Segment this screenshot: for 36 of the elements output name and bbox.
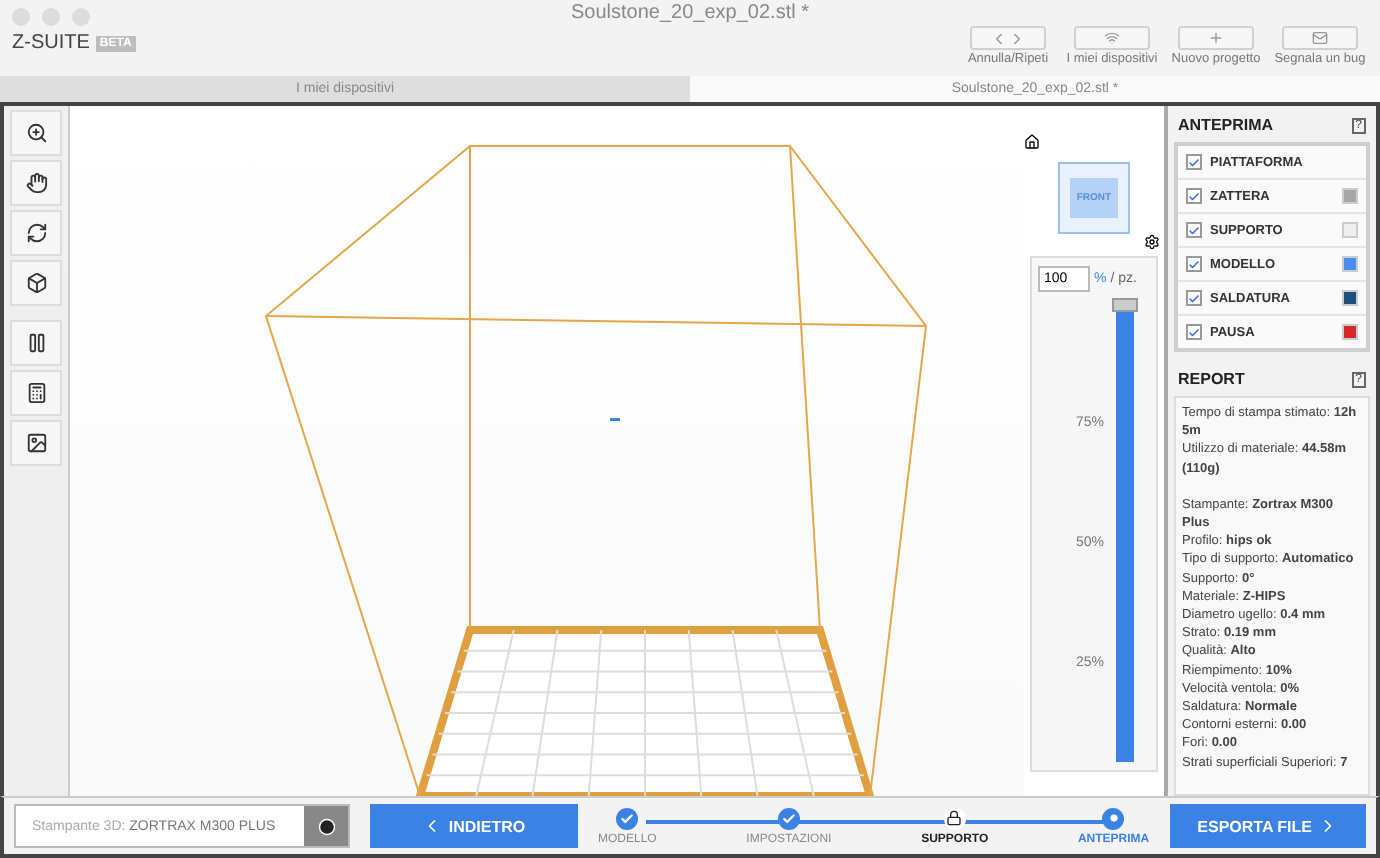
zoom-in-icon bbox=[25, 122, 47, 144]
cube-icon bbox=[25, 272, 47, 294]
checkbox[interactable] bbox=[1186, 154, 1202, 170]
home-icon[interactable] bbox=[1024, 134, 1040, 150]
back-button[interactable]: INDIETRO bbox=[370, 804, 578, 848]
app-logo: Z-SUITE bbox=[12, 32, 90, 54]
tool-button[interactable] bbox=[10, 210, 62, 256]
checkbox[interactable] bbox=[1186, 290, 1202, 306]
panel-title: ANTEPRIMA bbox=[1178, 116, 1274, 134]
checkbox[interactable] bbox=[1186, 256, 1202, 272]
window-title: Soulstone_20_exp_02.stl * bbox=[571, 2, 809, 24]
tool-button[interactable] bbox=[10, 160, 62, 206]
checkbox[interactable] bbox=[1186, 222, 1202, 238]
printer-button[interactable] bbox=[304, 806, 348, 846]
export-button[interactable]: ESPORTA FILE bbox=[1169, 804, 1366, 848]
calculator-icon bbox=[25, 382, 47, 404]
tool-button[interactable] bbox=[10, 420, 62, 466]
mail-icon bbox=[1312, 30, 1328, 46]
checkbox[interactable] bbox=[1186, 324, 1202, 340]
model-mark bbox=[610, 418, 620, 421]
pause-icon bbox=[25, 332, 47, 354]
settings-icon[interactable] bbox=[1144, 234, 1160, 250]
tool-button[interactable] bbox=[10, 260, 62, 306]
image-icon bbox=[25, 432, 47, 454]
slider-thumb[interactable] bbox=[1112, 298, 1138, 312]
plus-icon bbox=[1208, 30, 1224, 46]
tool-button[interactable] bbox=[10, 370, 62, 416]
panel-title: REPORT bbox=[1178, 370, 1245, 388]
wifi-icon bbox=[1104, 30, 1120, 46]
circle-icon bbox=[317, 817, 335, 835]
tool-button[interactable] bbox=[10, 320, 62, 366]
checkbox[interactable] bbox=[1186, 188, 1202, 204]
tool-button[interactable] bbox=[10, 110, 62, 156]
toolbar-button[interactable] bbox=[1282, 26, 1358, 50]
hand-icon bbox=[25, 172, 47, 194]
rotate-icon bbox=[25, 222, 47, 244]
